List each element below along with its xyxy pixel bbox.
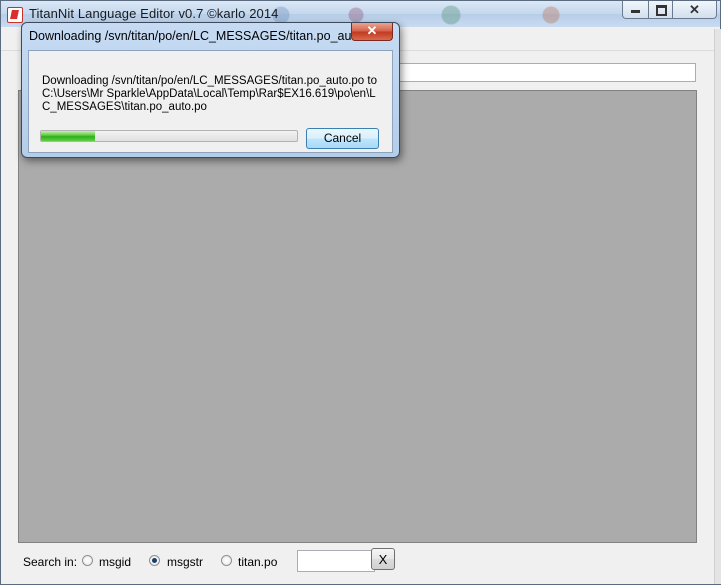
close-button[interactable]: ✕ [672,1,717,19]
minimize-button[interactable] [622,1,649,19]
dialog-close-button[interactable]: ✕ [351,23,393,41]
window-scrollbar[interactable] [714,29,721,584]
download-message: Downloading /svn/titan/po/en/LC_MESSAGES… [42,75,377,113]
radio-msgstr-label[interactable]: msgstr [167,555,203,569]
dialog-body: Downloading /svn/titan/po/en/LC_MESSAGES… [28,50,393,153]
maximize-button[interactable] [648,1,673,19]
minimize-icon [631,10,640,13]
clear-search-button[interactable]: X [371,548,395,570]
download-progress-bar [40,130,298,142]
close-icon: ✕ [689,2,700,17]
radio-titanpo[interactable] [221,555,232,566]
radio-titanpo-label[interactable]: titan.po [238,555,277,569]
search-label: Search in: [23,555,78,569]
cancel-button[interactable]: Cancel [306,128,379,149]
search-input[interactable] [297,550,375,572]
app-icon[interactable] [7,7,23,23]
radio-msgstr[interactable] [149,555,160,566]
search-bar: Search in: msgid msgstr titan.po X [1,547,720,575]
download-dialog: Downloading /svn/titan/po/en/LC_MESSAGES… [21,22,400,158]
radio-msgid[interactable] [82,555,93,566]
radio-msgid-label[interactable]: msgid [99,555,131,569]
progress-fill [41,131,95,141]
path-input[interactable] [399,63,696,82]
maximize-icon [656,5,667,16]
dialog-title: Downloading /svn/titan/po/en/LC_MESSAGES… [29,29,362,43]
window-title: TitanNit Language Editor v0.7 ©karlo 201… [29,6,279,21]
